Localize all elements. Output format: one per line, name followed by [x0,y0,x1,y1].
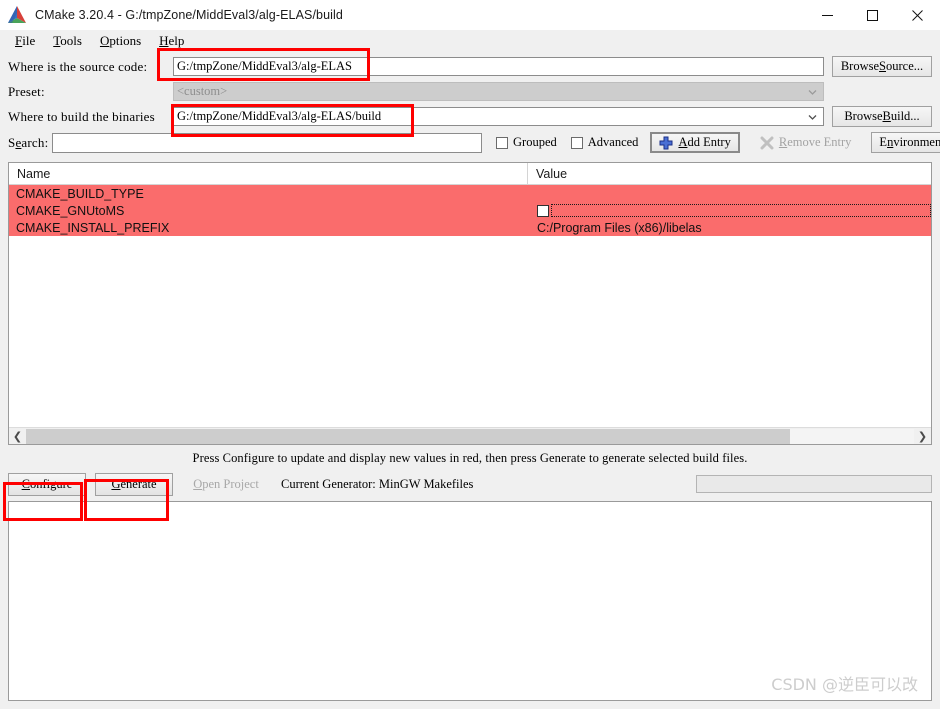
add-entry-label: dd Entry [687,135,731,149]
cache-entries-table: Name Value CMAKE_BUILD_TYPE CMAKE_GNUtoM… [8,162,932,445]
table-row[interactable]: CMAKE_BUILD_TYPE [9,185,931,202]
table-row[interactable]: CMAKE_INSTALL_PREFIX C:/Program Files (x… [9,219,931,236]
cache-entry-name: CMAKE_BUILD_TYPE [16,186,144,201]
environment-suffix: vironment... [893,135,940,149]
menu-tools[interactable]: Tools [44,31,91,51]
add-entry-accel: A [678,135,688,149]
cmake-gui-window: CMake 3.20.4 - G:/tmpZone/MiddEval3/alg-… [0,0,940,709]
search-label: Search: [8,135,52,151]
search-label-suffix: arch: [21,134,49,150]
remove-x-icon [760,136,774,150]
csdn-watermark: CSDN @逆臣可以改 [771,675,918,694]
close-icon[interactable] [895,0,940,30]
browse-build-accel: B [882,109,891,123]
search-row: Search: Grouped Advanced Add Entry R emo… [8,129,940,156]
cache-entry-name: CMAKE_INSTALL_PREFIX [16,220,170,235]
generate-accel: G [111,476,121,491]
source-row: Where is the source code: G:/tmpZone/Mid… [8,54,932,79]
preset-value: <custom> [177,84,228,98]
open-project-label: pen Project [202,476,259,491]
cache-entry-name: CMAKE_GNUtoMS [16,203,125,218]
binaries-input[interactable]: G:/tmpZone/MiddEval3/alg-ELAS/build [173,107,824,126]
add-entry-button[interactable]: Add Entry [650,132,740,153]
title-bar: CMake 3.20.4 - G:/tmpZone/MiddEval3/alg-… [0,0,940,30]
browse-source-prefix: Browse [840,59,880,73]
search-input[interactable] [52,132,482,153]
column-header-name[interactable]: Name [9,163,528,184]
source-input[interactable]: G:/tmpZone/MiddEval3/alg-ELAS [173,57,824,76]
maximize-icon[interactable] [850,0,895,30]
minimize-icon[interactable] [805,0,850,30]
advanced-checkbox[interactable]: Advanced [570,135,639,150]
generate-button[interactable]: Generate [95,472,173,496]
menu-help[interactable]: Help [150,31,193,51]
cache-entry-value[interactable] [528,185,931,202]
menu-options-accel: O [99,32,110,48]
configure-button[interactable]: Configure [8,472,86,496]
column-header-value[interactable]: Value [528,163,931,184]
browse-build-prefix: Browse [844,109,883,123]
remove-entry-accel: R [778,135,788,149]
remove-entry-label: emove Entry [787,135,852,149]
browse-build-suffix: uild... [890,109,920,123]
binaries-row: Where to build the binaries G:/tmpZone/M… [8,104,932,129]
window-controls [805,0,940,30]
current-generator-label: Current Generator: MinGW Makefiles [281,476,474,491]
browse-source-button[interactable]: Browse Source... [832,56,932,77]
grouped-checkbox[interactable]: Grouped [496,135,557,150]
menu-help-accel: H [159,32,169,48]
menu-file-label: ile [22,32,36,48]
preset-label: Preset: [8,83,45,99]
grouped-label: Grouped [513,135,557,149]
source-label: Where is the source code: [8,58,148,74]
menu-file[interactable]: File [6,31,44,51]
table-header: Name Value [9,163,931,185]
scrollbar-thumb[interactable] [26,428,790,444]
status-hint: Press Configure to update and display ne… [192,451,748,465]
menu-bar: File Tools Options Help [0,30,940,51]
table-horizontal-scrollbar[interactable]: ❮ ❯ [9,427,931,444]
chevron-down-icon [808,87,817,96]
chevron-down-icon[interactable] [808,112,817,121]
environment-button[interactable]: Environment... [871,132,940,153]
environment-prefix: E [879,135,888,149]
binaries-value: G:/tmpZone/MiddEval3/alg-ELAS/build [177,109,382,123]
action-buttons: Configure Generate Open Project Current … [8,469,932,499]
checkbox-icon [570,136,583,149]
open-project-button: Open Project [182,472,270,496]
menu-tools-label: ools [60,32,82,48]
scrollbar-track[interactable] [26,428,914,444]
cmake-logo-icon [7,6,27,24]
configure-accel: C [21,476,30,491]
status-area: Press Configure to update and display ne… [0,445,940,499]
generate-label: enerate [120,476,157,491]
open-project-accel: O [193,476,203,491]
window-title: CMake 3.20.4 - G:/tmpZone/MiddEval3/alg-… [35,8,343,22]
chevron-left-icon[interactable]: ❮ [9,429,26,444]
cache-entry-value[interactable] [528,202,931,219]
checkbox-icon [496,136,508,149]
browse-source-suffix: ource... [886,59,924,73]
preset-select[interactable]: <custom> [173,82,824,101]
progress-bar [696,475,932,493]
advanced-label: Advanced [587,135,639,149]
configure-label: onfigure [29,476,73,491]
menu-options[interactable]: Options [91,31,150,51]
browse-source-accel: S [879,59,886,73]
cache-entry-value[interactable]: C:/Program Files (x86)/libelas [528,219,931,236]
menu-help-label: elp [168,32,185,48]
preset-row: Preset: <custom> [8,79,932,104]
checkbox-icon[interactable] [537,204,549,217]
binaries-label: Where to build the binaries [8,108,155,124]
table-body: CMAKE_BUILD_TYPE CMAKE_GNUtoMS CMAKE_INS… [9,185,931,444]
menu-options-label: ptions [109,32,142,48]
chevron-right-icon[interactable]: ❯ [914,429,931,444]
remove-entry-button: Remove Entry [751,132,860,153]
plus-icon [659,136,673,150]
paths-form: Where is the source code: G:/tmpZone/Mid… [0,51,940,156]
browse-build-button[interactable]: Browse Build... [832,106,932,127]
cell-focus-outline [551,204,931,217]
table-row[interactable]: CMAKE_GNUtoMS [9,202,931,219]
